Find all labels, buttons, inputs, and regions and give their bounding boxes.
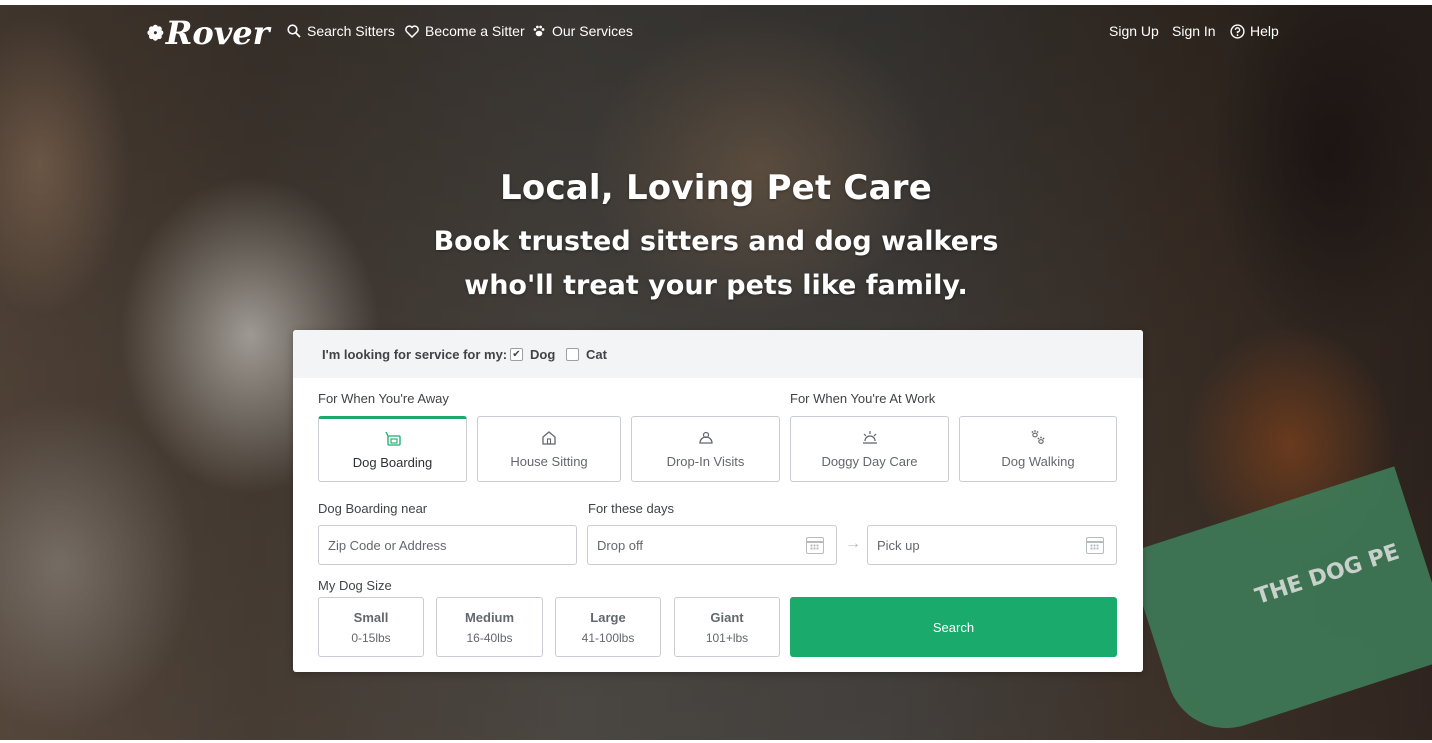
service-drop-in-visits[interactable]: Drop-In Visits — [631, 416, 780, 482]
size-range: 0-15lbs — [351, 630, 391, 645]
pickup-placeholder: Pick up — [877, 537, 920, 553]
service-house-sitting[interactable]: House Sitting — [477, 416, 621, 482]
size-name: Small — [353, 609, 389, 625]
size-range: 41-100lbs — [581, 630, 635, 645]
size-medium-option[interactable]: Medium 16-40lbs — [436, 597, 543, 657]
size-name: Giant — [710, 609, 744, 625]
cat-checkbox-label[interactable]: Cat — [586, 347, 607, 362]
boarding-icon — [384, 430, 402, 451]
location-input[interactable]: Zip Code or Address — [318, 525, 577, 565]
help-icon — [1229, 23, 1245, 39]
work-services-label: For When You're At Work — [790, 391, 936, 406]
dog-checkbox-label[interactable]: Dog — [530, 347, 555, 362]
service-label: Dog Walking — [1001, 454, 1075, 469]
service-label: Dog Boarding — [352, 455, 433, 470]
size-small-option[interactable]: Small 0-15lbs — [318, 597, 424, 657]
dates-label: For these days — [588, 501, 674, 516]
nav-label: Search Sitters — [307, 23, 395, 39]
nav-sign-up[interactable]: Sign Up — [1109, 21, 1159, 41]
nav-sign-in[interactable]: Sign In — [1172, 21, 1216, 41]
search-form-card: I'm looking for service for my: ✔ Dog Ca… — [293, 330, 1143, 672]
logo-text: Rover — [165, 14, 270, 52]
location-label: Dog Boarding near — [318, 501, 428, 516]
pickup-date-input[interactable]: Pick up — [867, 525, 1117, 565]
service-dog-boarding[interactable]: Dog Boarding — [318, 416, 467, 482]
dog-checkbox[interactable]: ✔ — [510, 348, 523, 361]
cat-checkbox[interactable] — [566, 348, 579, 361]
house-icon — [540, 429, 558, 450]
nav-label: Our Services — [552, 23, 633, 39]
nav-our-services[interactable]: Our Services — [531, 21, 633, 41]
sun-icon — [861, 429, 879, 450]
search-icon — [286, 23, 302, 39]
pet-type-prompt: I'm looking for service for my: — [322, 347, 508, 362]
arrow-right-icon: → — [845, 535, 861, 552]
rover-logo[interactable]: ❁ Rover — [147, 14, 270, 52]
paw-logo-icon: ❁ — [147, 21, 164, 45]
dropoff-date-input[interactable]: Drop off — [587, 525, 837, 565]
nav-label: Become a Sitter — [425, 23, 525, 39]
nav-label: Sign In — [1172, 23, 1216, 39]
nav-label: Help — [1250, 23, 1279, 39]
size-name: Large — [590, 609, 626, 625]
top-navigation: ❁ Rover Search Sitters Become a Sitter O… — [0, 5, 1432, 57]
pet-type-bar: I'm looking for service for my: ✔ Dog Ca… — [293, 330, 1143, 378]
location-placeholder: Zip Code or Address — [328, 537, 447, 553]
paw-prints-icon — [1029, 429, 1047, 450]
paw-icon — [531, 23, 547, 39]
nav-help[interactable]: Help — [1229, 21, 1279, 41]
search-button[interactable]: Search — [790, 597, 1117, 657]
service-dog-walking[interactable]: Dog Walking — [959, 416, 1117, 482]
hero-subtitle: Book trusted sitters and dog walkers who… — [433, 226, 999, 301]
heart-icon — [404, 23, 420, 39]
service-doggy-day-care[interactable]: Doggy Day Care — [790, 416, 949, 482]
dog-size-label: My Dog Size — [318, 578, 392, 593]
calendar-icon[interactable] — [1086, 537, 1104, 554]
size-large-option[interactable]: Large 41-100lbs — [555, 597, 661, 657]
away-services-label: For When You're Away — [318, 391, 449, 406]
service-label: House Sitting — [510, 454, 588, 469]
bandana-graphic: THE DOG PE — [1125, 466, 1432, 740]
dropoff-placeholder: Drop off — [597, 537, 644, 553]
nav-label: Sign Up — [1109, 23, 1159, 39]
service-label: Doggy Day Care — [821, 454, 918, 469]
size-range: 101+lbs — [705, 630, 749, 645]
nav-search-sitters[interactable]: Search Sitters — [286, 21, 395, 41]
size-name: Medium — [464, 609, 515, 625]
nav-become-sitter[interactable]: Become a Sitter — [404, 21, 525, 41]
drop-in-icon — [697, 429, 715, 450]
size-range: 16-40lbs — [466, 630, 513, 645]
calendar-icon[interactable] — [806, 537, 824, 554]
size-giant-option[interactable]: Giant 101+lbs — [674, 597, 780, 657]
hero-title: Local, Loving Pet Care — [500, 168, 932, 208]
service-label: Drop-In Visits — [666, 454, 745, 469]
